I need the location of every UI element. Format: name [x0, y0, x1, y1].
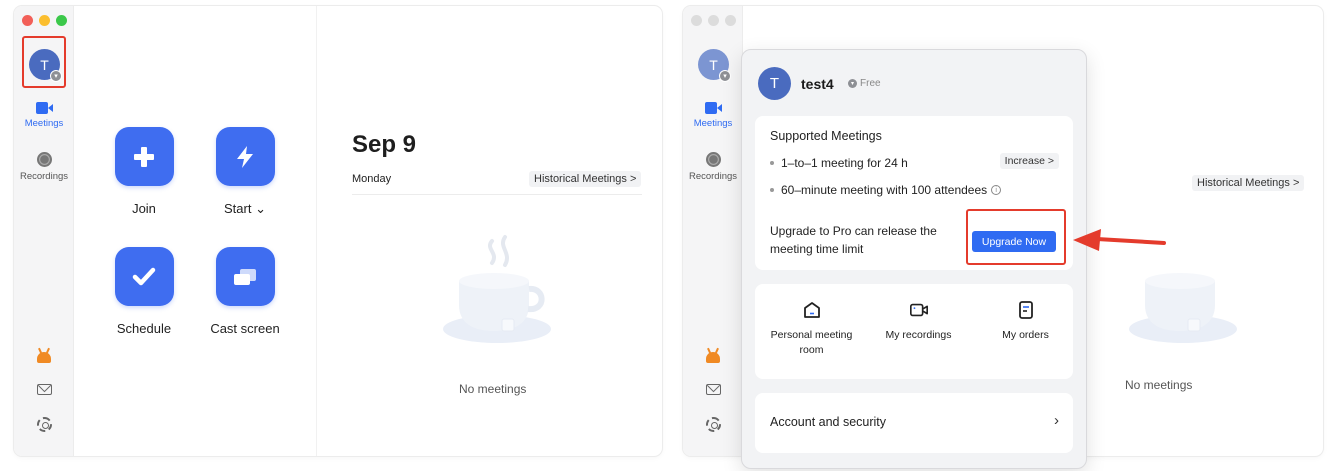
android-icon-button[interactable]	[683, 352, 743, 363]
empty-state-text: No meetings	[1125, 378, 1193, 392]
plan-badge-icon: ▾	[848, 79, 857, 88]
cast-screen-button[interactable]: Cast screen	[195, 247, 295, 336]
weekday-label: Monday	[352, 173, 392, 185]
cast-screen-tile[interactable]	[215, 247, 275, 306]
settings-button[interactable]	[683, 417, 743, 432]
account-security-row[interactable]: Account and security ›	[755, 393, 1073, 453]
info-icon[interactable]: i	[991, 185, 1002, 195]
camera-icon	[704, 102, 722, 114]
maximize-window-button[interactable]	[56, 15, 67, 26]
record-icon	[36, 152, 52, 167]
window-controls	[22, 15, 67, 26]
quick-actions: Join Start ⌄ Schedule Cast screen	[74, 6, 316, 456]
sidebar-item-label: Meetings	[693, 118, 733, 129]
mail-button[interactable]	[14, 384, 74, 395]
shortcut-label: My recordings	[885, 329, 952, 341]
my-orders-button[interactable]: My orders	[973, 300, 1078, 343]
empty-state-text: No meetings	[459, 382, 527, 396]
cast-screen-icon	[234, 268, 256, 285]
schedule-label: Schedule	[116, 321, 172, 336]
empty-cup-illustration	[443, 235, 551, 343]
video-camera-icon	[909, 300, 929, 320]
android-icon	[706, 352, 720, 363]
popup-avatar: T	[758, 67, 791, 100]
check-icon	[132, 267, 156, 285]
sidebar-item-recordings[interactable]: Recordings	[14, 152, 74, 182]
historical-meetings-link[interactable]: Historical Meetings >	[529, 171, 642, 187]
close-window-button[interactable]	[691, 15, 702, 26]
sidebar-item-label: Meetings	[24, 118, 64, 129]
pointer-arrow-icon	[1073, 229, 1166, 251]
join-button[interactable]: Join	[94, 127, 194, 216]
sidebar-item-label: Recordings	[688, 171, 738, 182]
mail-button[interactable]	[683, 384, 743, 395]
schedule-button[interactable]: Schedule	[94, 247, 194, 336]
start-label: Start ⌄	[224, 201, 266, 216]
bullet-dot	[770, 188, 774, 192]
shortcuts-card: Personal meeting room My recordings My o…	[755, 284, 1073, 379]
historical-meetings-link[interactable]: Historical Meetings >	[1192, 175, 1305, 191]
account-security-label: Account and security	[770, 415, 887, 429]
meetings-panel: Sep 9 Monday Historical Meetings > No me…	[316, 6, 662, 456]
android-icon	[37, 352, 51, 363]
upgrade-description: Upgrade to Pro can release the meeting t…	[770, 224, 937, 256]
document-icon	[1016, 300, 1036, 320]
join-label: Join	[132, 201, 156, 216]
schedule-tile[interactable]	[114, 247, 174, 306]
camera-icon	[35, 102, 53, 114]
account-badge-icon: ▾	[719, 70, 731, 82]
shortcut-label: Personal meeting room	[770, 329, 853, 356]
cast-screen-label: Cast screen	[210, 321, 280, 336]
gear-icon	[36, 417, 52, 432]
avatar-initial: T	[709, 56, 718, 73]
my-recordings-button[interactable]: My recordings	[866, 300, 971, 343]
window-controls	[691, 15, 736, 26]
plus-icon	[134, 146, 154, 167]
plan-badge: ▾ Free	[848, 78, 881, 89]
bullet-text: 60–minute meeting with 100 attendees	[781, 183, 988, 197]
record-icon	[705, 152, 721, 167]
bullet-text: 1–to–1 meeting for 24 h	[781, 156, 908, 170]
list-item: 1–to–1 meeting for 24 h	[770, 156, 908, 170]
lightning-icon	[237, 145, 253, 168]
gear-icon	[705, 417, 721, 432]
settings-button[interactable]	[14, 417, 74, 432]
personal-meeting-room-button[interactable]: Personal meeting room	[759, 300, 864, 357]
upgrade-highlight-box	[966, 209, 1066, 265]
sidebar: T ▾ Meetings Recordings	[683, 6, 743, 456]
android-icon-button[interactable]	[14, 352, 74, 363]
divider	[352, 194, 642, 195]
close-window-button[interactable]	[22, 15, 33, 26]
popup-avatar-initial: T	[769, 75, 780, 92]
mail-icon	[705, 384, 721, 395]
page-title: Sep 9	[352, 131, 417, 158]
mail-icon	[36, 384, 52, 395]
sidebar-item-meetings[interactable]: Meetings	[683, 102, 743, 129]
plan-label: Free	[860, 78, 881, 89]
home-icon	[802, 300, 822, 320]
avatar-highlight-box	[22, 36, 66, 88]
left-app-window: T ▾ Meetings Recordings Join Start ⌄ Sch…	[14, 6, 662, 456]
sidebar-item-meetings[interactable]: Meetings	[14, 102, 74, 129]
username: test4	[801, 76, 834, 92]
sidebar-item-recordings[interactable]: Recordings	[683, 152, 743, 182]
bullet-dot	[770, 161, 774, 165]
list-item: 60–minute meeting with 100 attendees i	[770, 183, 1002, 197]
avatar[interactable]: T ▾	[698, 49, 731, 82]
join-tile[interactable]	[114, 127, 174, 186]
start-button[interactable]: Start ⌄	[195, 127, 295, 217]
sidebar-item-label: Recordings	[19, 171, 69, 182]
minimize-window-button[interactable]	[39, 15, 50, 26]
chevron-right-icon: ›	[1054, 412, 1059, 429]
minimize-window-button[interactable]	[708, 15, 719, 26]
start-tile[interactable]	[215, 127, 275, 186]
increase-button[interactable]: Increase >	[999, 153, 1059, 169]
maximize-window-button[interactable]	[725, 15, 736, 26]
shortcut-label: My orders	[1002, 329, 1049, 341]
supported-meetings-title: Supported Meetings	[770, 129, 882, 143]
